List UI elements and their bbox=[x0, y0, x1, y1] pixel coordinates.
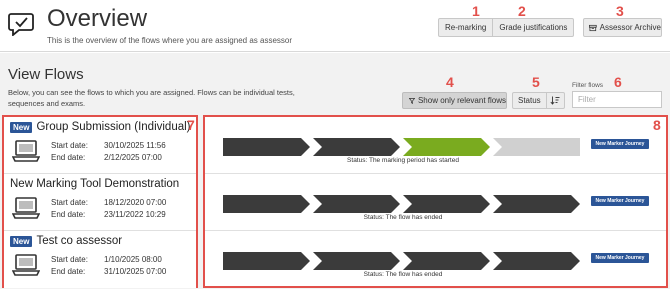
annotation-3: 3 bbox=[616, 3, 624, 19]
flow-stage-done bbox=[223, 138, 310, 156]
laptop-icon bbox=[12, 254, 40, 276]
flow-progress-arrows bbox=[223, 252, 580, 270]
end-date-value: 31/10/2025 07:00 bbox=[104, 267, 167, 276]
show-relevant-flows-label: Show only relevant flows bbox=[417, 96, 506, 105]
page-title: Overview bbox=[47, 5, 148, 32]
end-date-label: End date: bbox=[51, 210, 86, 219]
flow-title: New Test co assessor bbox=[10, 235, 122, 247]
end-date-row: End date: 23/11/2022 10:29 bbox=[51, 210, 166, 219]
flow-title-text: Group Submission (Individual) bbox=[36, 121, 191, 133]
start-date-row: Start date: 1/10/2025 08:00 bbox=[51, 255, 162, 264]
status-sort-group: Status bbox=[512, 92, 565, 109]
start-date-label: Start date: bbox=[51, 198, 88, 207]
flow-timeline-row: Status: The marking period has started N… bbox=[205, 117, 666, 174]
annotation-2: 2 bbox=[518, 3, 526, 19]
end-date-label: End date: bbox=[51, 267, 86, 276]
section-description: Below, you can see the flows to which yo… bbox=[8, 88, 295, 108]
speech-bubble-check-icon bbox=[8, 13, 34, 36]
end-date-value: 2/12/2025 07:00 bbox=[104, 153, 162, 162]
flow-stage-done bbox=[493, 252, 580, 270]
flow-stage-done bbox=[403, 252, 490, 270]
annotation-4: 4 bbox=[446, 74, 454, 90]
show-relevant-flows-button[interactable]: Show only relevant flows bbox=[402, 92, 507, 109]
sort-icon bbox=[550, 96, 560, 105]
flow-stage-done bbox=[403, 195, 490, 213]
flow-card[interactable]: New Group Submission (Individual) Start … bbox=[4, 117, 196, 174]
start-date-row: Start date: 30/10/2025 11:56 bbox=[51, 141, 166, 150]
flow-progress-arrows bbox=[223, 138, 580, 156]
status-button[interactable]: Status bbox=[513, 93, 546, 108]
flow-stage-done bbox=[493, 195, 580, 213]
flow-timeline-panel: Status: The marking period has started N… bbox=[203, 115, 668, 288]
flow-timeline-row: Status: The flow has ended New Marker Jo… bbox=[205, 231, 666, 288]
grade-justifications-button[interactable]: Grade justifications bbox=[492, 19, 573, 36]
archive-box-icon bbox=[589, 24, 597, 31]
annotation-8: 8 bbox=[653, 117, 661, 133]
flow-stage-done bbox=[313, 195, 400, 213]
flow-card[interactable]: New Test co assessor Start date: 1/10/202… bbox=[4, 231, 196, 288]
flow-stage-done bbox=[313, 138, 400, 156]
start-date-value: 30/10/2025 11:56 bbox=[104, 141, 166, 150]
flow-card[interactable]: New Marking Tool Demonstration Start dat… bbox=[4, 174, 196, 231]
filter-flows-input[interactable] bbox=[572, 91, 662, 108]
annotation-7: 7 bbox=[187, 117, 195, 133]
flow-progress-arrows bbox=[223, 195, 580, 213]
assessor-archive-label: Assessor Archive bbox=[599, 23, 661, 32]
laptop-icon bbox=[12, 140, 40, 162]
sort-button[interactable] bbox=[545, 93, 564, 108]
end-date-value: 23/11/2022 10:29 bbox=[104, 210, 166, 219]
start-date-value: 1/10/2025 08:00 bbox=[104, 255, 162, 264]
end-date-row: End date: 31/10/2025 07:00 bbox=[51, 267, 166, 276]
flow-stage-pending bbox=[493, 138, 580, 156]
flow-status: Status: The marking period has started bbox=[347, 157, 459, 164]
header-button-group: Re-marking Grade justifications bbox=[438, 18, 575, 37]
page-header: Overview This is the overview of the flo… bbox=[0, 0, 670, 52]
page-subtitle: This is the overview of the flows where … bbox=[47, 36, 293, 45]
end-date-row: End date: 2/12/2025 07:00 bbox=[51, 153, 162, 162]
flow-title: New Group Submission (Individual) bbox=[10, 121, 191, 133]
new-marker-journey-button[interactable]: New Marker Journey bbox=[591, 139, 649, 149]
annotation-1: 1 bbox=[472, 3, 480, 19]
start-date-row: Start date: 18/12/2020 07:00 bbox=[51, 198, 166, 207]
flow-title-text: Test co assessor bbox=[36, 235, 123, 247]
filter-flows-label: Filter flows bbox=[572, 82, 604, 89]
new-marker-journey-button[interactable]: New Marker Journey bbox=[591, 253, 649, 263]
annotation-5: 5 bbox=[532, 74, 540, 90]
flow-stage-done bbox=[223, 195, 310, 213]
flow-list-panel: New Group Submission (Individual) Start … bbox=[2, 115, 198, 288]
funnel-icon bbox=[409, 97, 415, 104]
start-date-label: Start date: bbox=[51, 141, 88, 150]
start-date-value: 18/12/2020 07:00 bbox=[104, 198, 167, 207]
new-marker-journey-button[interactable]: New Marker Journey bbox=[591, 196, 649, 206]
annotation-6: 6 bbox=[614, 74, 622, 90]
flow-status: Status: The flow has ended bbox=[363, 271, 443, 278]
section-title: View Flows bbox=[8, 66, 84, 83]
remarking-button[interactable]: Re-marking bbox=[439, 19, 492, 36]
new-badge: New bbox=[10, 235, 33, 247]
flow-stage-active bbox=[403, 138, 490, 156]
assessor-archive-button[interactable]: Assessor Archive bbox=[583, 18, 662, 37]
flow-title-text: New Marking Tool Demonstration bbox=[10, 178, 180, 190]
new-badge: New bbox=[10, 121, 33, 133]
end-date-label: End date: bbox=[51, 153, 86, 162]
flow-timeline-row: Status: The flow has ended New Marker Jo… bbox=[205, 174, 666, 231]
flow-stage-done bbox=[313, 252, 400, 270]
flow-title: New Marking Tool Demonstration bbox=[10, 178, 179, 190]
flow-status: Status: The flow has ended bbox=[363, 214, 443, 221]
flow-stage-done bbox=[223, 252, 310, 270]
start-date-label: Start date: bbox=[51, 255, 88, 264]
laptop-icon bbox=[12, 197, 40, 219]
